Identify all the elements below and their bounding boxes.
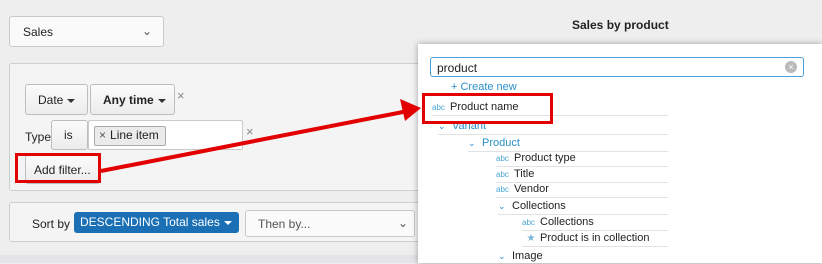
create-new-link[interactable]: + Create new [451, 81, 517, 93]
text-field-icon: abc [496, 170, 509, 179]
token-label: Line item [110, 128, 159, 142]
anytime-dropdown[interactable]: Any time [90, 84, 175, 115]
bottom-strip [0, 255, 430, 263]
star-icon: ★ [526, 233, 536, 244]
then-by-select[interactable]: Then by... ⌄ [245, 210, 415, 237]
field-label: Product is in collection [540, 232, 650, 244]
chart-title: Sales by product [572, 18, 669, 32]
group-label: Product [482, 137, 520, 149]
chevron-down-icon: ⌄ [397, 216, 408, 230]
remove-type-filter-icon[interactable]: × [246, 124, 254, 139]
chevron-down-icon: ⌄ [468, 138, 476, 148]
add-filter-highlight-box [15, 153, 101, 183]
sort-label: Sort by [32, 217, 71, 231]
product-name-highlight-box [422, 93, 553, 124]
text-field-icon: abc [522, 218, 535, 227]
chevron-down-icon: ⌄ [498, 201, 506, 211]
search-value: product [437, 61, 478, 75]
date-label: Date [38, 93, 64, 107]
sort-panel: Sort by DESCENDING Total sales Then by..… [9, 202, 429, 242]
anytime-label: Any time [103, 93, 154, 107]
sort-order-value: DESCENDING Total sales [80, 215, 220, 229]
field-product-in-collection[interactable]: ★ Product is in collection [522, 231, 668, 247]
field-label: Collections [540, 216, 594, 228]
sort-order-dropdown[interactable]: DESCENDING Total sales [74, 212, 239, 233]
line-item-token: × Line item [94, 126, 166, 146]
field-collections[interactable]: abc Collections [522, 215, 668, 231]
remove-date-filter-icon[interactable]: × [177, 88, 185, 103]
date-dropdown[interactable]: Date [25, 84, 88, 115]
filter-value-input[interactable]: × Line item [88, 120, 243, 150]
group-label: Collections [512, 200, 566, 212]
field-label: Product type [514, 152, 576, 164]
clear-search-icon[interactable]: × [785, 61, 797, 73]
caret-down-icon [157, 98, 166, 103]
field-picker-popup: product × + Create new abc Product name ⌄… [418, 44, 822, 263]
field-label: Title [514, 168, 535, 180]
report-select-label: Sales [23, 25, 54, 39]
group-label: Image [512, 250, 543, 262]
chevron-down-icon: ⌄ [498, 251, 506, 261]
field-title[interactable]: abc Title [496, 167, 668, 183]
field-search-input[interactable]: product × [430, 57, 804, 77]
text-field-icon: abc [496, 154, 509, 163]
operator-label: is [64, 128, 73, 142]
group-collections[interactable]: ⌄ Collections [498, 199, 668, 215]
chevron-down-icon: ⌄ [141, 24, 152, 38]
token-remove-icon[interactable]: × [99, 128, 106, 142]
caret-down-icon [223, 220, 232, 225]
field-vendor[interactable]: abc Vendor [496, 182, 668, 198]
group-product[interactable]: ⌄ Product [468, 136, 668, 152]
group-image[interactable]: ⌄ Image [498, 249, 668, 264]
then-by-placeholder: Then by... [258, 217, 311, 231]
caret-down-icon [67, 98, 76, 103]
text-field-icon: abc [496, 185, 509, 194]
report-select[interactable]: Sales ⌄ [9, 16, 164, 47]
field-product-type[interactable]: abc Product type [496, 151, 668, 167]
type-label: Type [25, 130, 52, 144]
field-label: Vendor [514, 183, 549, 195]
operator-button[interactable]: is [51, 120, 88, 150]
